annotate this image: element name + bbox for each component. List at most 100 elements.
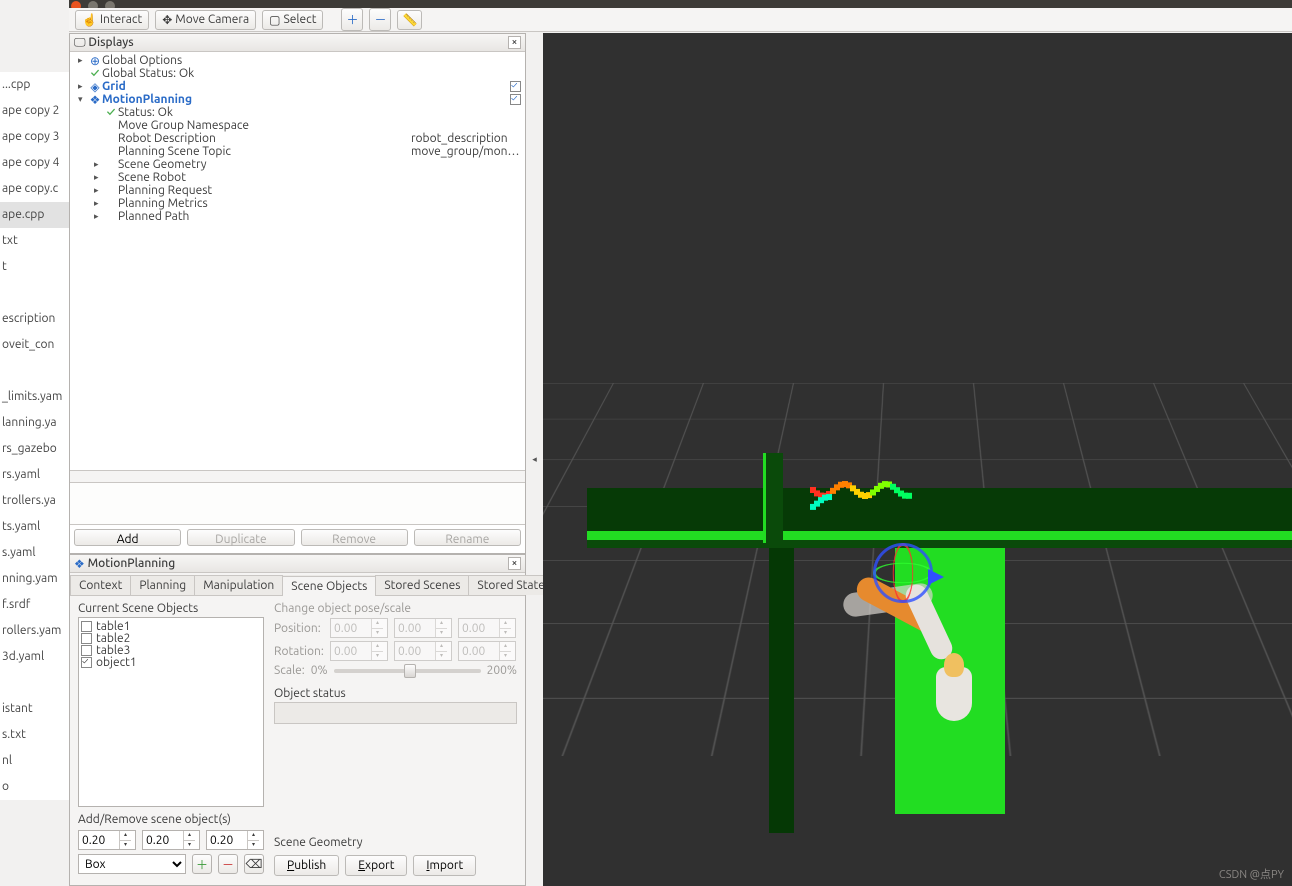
panel-splitter[interactable]: ◂: [526, 33, 543, 886]
chevron-down-icon[interactable]: ▾: [184, 841, 195, 850]
select-tool-button[interactable]: ▢Select: [262, 10, 323, 30]
gizmo-arrow[interactable]: [928, 569, 944, 585]
file-row[interactable]: f.srdf: [0, 592, 69, 618]
file-row[interactable]: [0, 280, 69, 306]
publish-button[interactable]: PPublishublish: [274, 855, 339, 876]
add-remove-label: Add/Remove scene object(s): [78, 813, 264, 826]
interactive-marker[interactable]: [873, 543, 943, 613]
file-row[interactable]: t: [0, 254, 69, 280]
minus-icon: －: [374, 11, 386, 28]
scene-objects-list[interactable]: table1table2table3object1: [78, 617, 264, 807]
tab-scene-objects[interactable]: Scene Objects: [282, 576, 376, 596]
scene-object-row[interactable]: table2: [81, 632, 261, 644]
dim-y-spinner[interactable]: ▴▾: [142, 830, 200, 850]
file-row[interactable]: trollers.ya: [0, 488, 69, 514]
tree-row[interactable]: ▸Scene Geometry: [72, 158, 525, 171]
measure-button[interactable]: 📏: [397, 10, 422, 30]
export-button[interactable]: Export: [345, 855, 407, 876]
splitter[interactable]: [70, 470, 525, 482]
checkbox[interactable]: [81, 645, 92, 656]
checkbox[interactable]: [510, 94, 521, 105]
clear-objects-button[interactable]: ⌫: [244, 854, 264, 874]
file-row[interactable]: rollers.yam: [0, 618, 69, 644]
scene-object-row[interactable]: table3: [81, 644, 261, 656]
point-cloud: [811, 483, 911, 509]
mp-header[interactable]: ❖ MotionPlanning ×: [70, 555, 525, 573]
file-row[interactable]: lanning.ya: [0, 410, 69, 436]
import-button[interactable]: Import: [413, 855, 476, 876]
tab-planning[interactable]: Planning: [130, 575, 195, 595]
shape-select[interactable]: Box: [78, 854, 186, 874]
tree-row[interactable]: ▸Planning Request: [72, 184, 525, 197]
chevron-down-icon[interactable]: ▾: [120, 841, 131, 850]
scale-slider: [334, 669, 481, 673]
file-row[interactable]: nning.yam: [0, 566, 69, 592]
chevron-up-icon[interactable]: ▴: [248, 831, 259, 841]
scene-object-row[interactable]: object1: [81, 656, 261, 668]
file-row[interactable]: [0, 358, 69, 384]
file-row[interactable]: s.yaml: [0, 540, 69, 566]
tree-row[interactable]: Move Group Namespace: [72, 119, 525, 132]
tree-row[interactable]: Status: Ok: [72, 106, 525, 119]
measure-icon: 📏: [402, 13, 417, 27]
file-row[interactable]: [0, 670, 69, 696]
close-icon[interactable]: ×: [508, 36, 521, 49]
tree-row[interactable]: ▸◈Grid: [72, 80, 525, 93]
file-row[interactable]: ts.yaml: [0, 514, 69, 540]
tree-row[interactable]: ▸Planned Path: [72, 210, 525, 223]
add-button[interactable]: Add: [74, 529, 181, 546]
tree-row[interactable]: Global Status: Ok: [72, 67, 525, 80]
checkbox[interactable]: [81, 657, 92, 668]
dim-z-input[interactable]: [207, 831, 247, 849]
displays-header[interactable]: 🖵 Displays ×: [70, 34, 525, 52]
interact-label: Interact: [100, 13, 142, 26]
file-row[interactable]: nl: [0, 748, 69, 774]
file-row[interactable]: ape copy.c: [0, 176, 69, 202]
dim-x-input[interactable]: [79, 831, 119, 849]
file-row[interactable]: oveit_con: [0, 332, 69, 358]
file-row[interactable]: escription: [0, 306, 69, 332]
file-row[interactable]: rs_gazebo: [0, 436, 69, 462]
file-row[interactable]: ape.cpp: [0, 202, 69, 228]
tree-row[interactable]: ▸⊕Global Options: [72, 54, 525, 67]
dim-z-spinner[interactable]: ▴▾: [206, 830, 264, 850]
file-row[interactable]: 3d.yaml: [0, 644, 69, 670]
tab-stored-scenes[interactable]: Stored Scenes: [375, 575, 469, 595]
interact-tool-button[interactable]: ☝Interact: [75, 10, 149, 30]
tree-row[interactable]: ▸Scene Robot: [72, 171, 525, 184]
dim-x-spinner[interactable]: ▴▾: [78, 830, 136, 850]
remove-object-button[interactable]: －: [218, 854, 238, 874]
focus-remove-button[interactable]: －: [369, 8, 391, 31]
displays-tree[interactable]: ▸⊕Global OptionsGlobal Status: Ok▸◈Grid▾…: [70, 52, 525, 470]
checkbox[interactable]: [81, 633, 92, 644]
add-object-button[interactable]: ＋: [192, 854, 212, 874]
file-row[interactable]: ...cpp: [0, 72, 69, 98]
tree-row[interactable]: ▸Planning Metrics: [72, 197, 525, 210]
focus-add-button[interactable]: ＋: [341, 8, 363, 31]
checkbox[interactable]: [510, 81, 521, 92]
dim-y-input[interactable]: [143, 831, 183, 849]
file-row[interactable]: istant: [0, 696, 69, 722]
chevron-down-icon[interactable]: ▾: [248, 841, 259, 850]
file-row[interactable]: ape copy 2: [0, 98, 69, 124]
checkbox[interactable]: [81, 621, 92, 632]
file-row[interactable]: rs.yaml: [0, 462, 69, 488]
file-row[interactable]: s.txt: [0, 722, 69, 748]
file-row[interactable]: ape copy 3: [0, 124, 69, 150]
file-row[interactable]: ape copy 4: [0, 150, 69, 176]
file-row[interactable]: o: [0, 774, 69, 800]
tab-context[interactable]: Context: [70, 575, 131, 595]
gizmo-ring-z[interactable]: [873, 543, 933, 603]
move-camera-tool-button[interactable]: ✥Move Camera: [155, 10, 256, 30]
file-row[interactable]: _limits.yam: [0, 384, 69, 410]
tree-row[interactable]: Planning Scene Topicmove_group/monitor…: [72, 145, 525, 158]
scene-object-row[interactable]: table1: [81, 620, 261, 632]
chevron-up-icon[interactable]: ▴: [184, 831, 195, 841]
close-icon[interactable]: ×: [508, 557, 521, 570]
3d-viewport[interactable]: [543, 33, 1292, 886]
tree-row[interactable]: Robot Descriptionrobot_description: [72, 132, 525, 145]
chevron-up-icon[interactable]: ▴: [120, 831, 131, 841]
tab-manipulation[interactable]: Manipulation: [194, 575, 283, 595]
tree-row[interactable]: ▾❖MotionPlanning: [72, 93, 525, 106]
file-row[interactable]: txt: [0, 228, 69, 254]
